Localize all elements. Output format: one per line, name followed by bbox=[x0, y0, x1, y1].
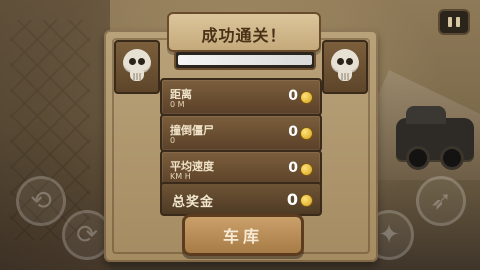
rotate-right-icon: ⟳ bbox=[76, 220, 98, 250]
left-emblem-plate bbox=[114, 40, 160, 94]
total-reward-row: 总奖金 0 bbox=[160, 182, 322, 216]
rotate-left-icon: ⟲ bbox=[30, 186, 52, 216]
stat-unit: 0 M bbox=[170, 100, 185, 109]
stat-value: 0 bbox=[288, 160, 298, 176]
stat-unit: 0 bbox=[170, 136, 176, 145]
stat-row-distance: 距离 0 M 0 bbox=[160, 78, 322, 116]
coin-icon bbox=[300, 91, 313, 104]
pause-button[interactable] bbox=[438, 9, 470, 35]
dialog-title-plate: 成功通关！ bbox=[167, 12, 321, 52]
pause-icon bbox=[448, 17, 452, 27]
stat-value: 0 bbox=[288, 88, 298, 104]
stat-value: 0 bbox=[288, 124, 298, 140]
coin-icon bbox=[300, 194, 313, 207]
car-wheel-left bbox=[406, 146, 430, 170]
control-right-a[interactable]: ➶ bbox=[416, 176, 466, 226]
right-emblem-plate bbox=[322, 40, 368, 94]
car-wheel-right bbox=[440, 146, 464, 170]
completion-progress-fill bbox=[178, 55, 312, 65]
total-label: 总奖金 bbox=[172, 195, 215, 210]
stat-label: 撞倒僵尸 bbox=[170, 124, 214, 137]
completion-progress-bar bbox=[174, 50, 316, 70]
dialog-title: 成功通关！ bbox=[201, 26, 287, 45]
coin-icon bbox=[300, 127, 313, 140]
garage-button-label: 车库 bbox=[222, 227, 263, 246]
pause-icon bbox=[456, 17, 460, 27]
stat-unit: KM H bbox=[170, 172, 191, 181]
garage-button[interactable]: 车库 bbox=[182, 214, 304, 256]
rocket-icon: ➶ bbox=[430, 186, 452, 216]
total-value: 0 bbox=[286, 190, 298, 209]
control-left-a[interactable]: ⟲ bbox=[16, 176, 66, 226]
stat-row-zombies: 撞倒僵尸 0 0 bbox=[160, 114, 322, 152]
skull-icon bbox=[331, 49, 359, 83]
background-car bbox=[396, 106, 474, 170]
coin-icon bbox=[300, 163, 313, 176]
skull-icon bbox=[123, 49, 151, 83]
